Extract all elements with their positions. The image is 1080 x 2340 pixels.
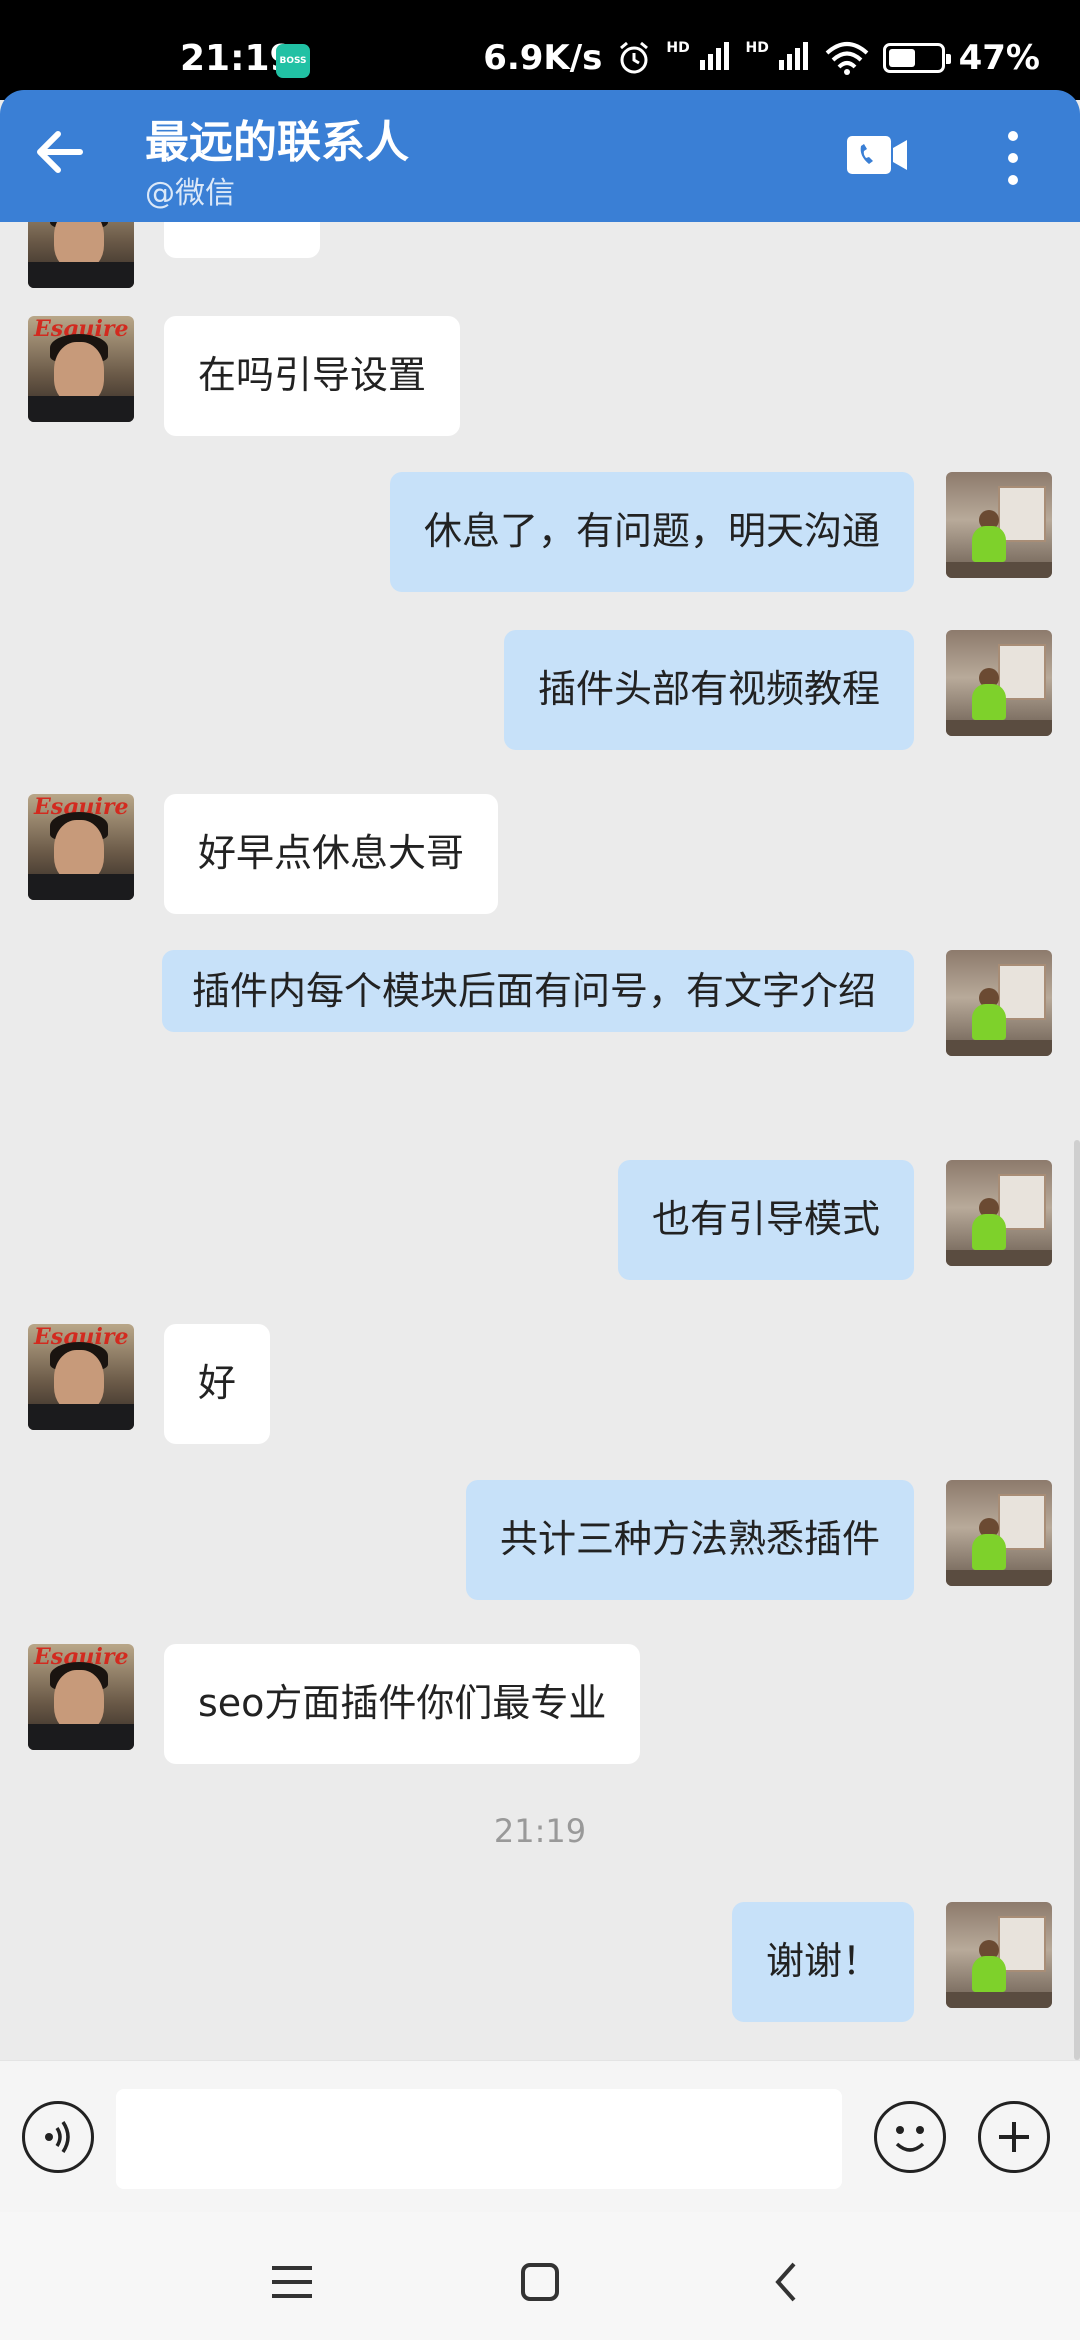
network-speed: 6.9K/s (483, 38, 603, 78)
message-bubble-sent[interactable]: 插件内每个模块后面有问号，有文字介绍 (162, 950, 914, 1032)
contact-name: 最远的联系人 (145, 117, 409, 168)
message-bubble-partial (164, 222, 320, 258)
wifi-icon (825, 42, 868, 75)
voice-icon[interactable] (22, 2101, 94, 2173)
emoji-icon[interactable] (874, 2101, 946, 2173)
plus-icon[interactable] (978, 2101, 1050, 2173)
chevron-left-icon[interactable] (758, 2252, 818, 2312)
battery-icon (882, 43, 951, 73)
menu-icon[interactable] (262, 2252, 322, 2312)
chat-header: 最远的联系人 @微信 (0, 90, 1080, 222)
message-bubble-received[interactable]: 在吗引导设置 (164, 316, 461, 436)
system-nav-bar (0, 2212, 1080, 2340)
my-avatar[interactable] (946, 950, 1052, 1056)
contact-source: @微信 (145, 176, 235, 211)
contact-avatar[interactable]: Esquire (28, 794, 134, 900)
signal-icon (699, 41, 729, 70)
my-avatar[interactable] (946, 472, 1052, 578)
my-avatar[interactable] (946, 1160, 1052, 1266)
message-bubble-received[interactable]: seo方面插件你们最专业 (164, 1644, 641, 1764)
message-bubble-sent[interactable]: 休息了，有问题，明天沟通 (389, 472, 914, 592)
video-call-icon[interactable] (845, 134, 909, 176)
signal-hd-2: HD (746, 40, 811, 77)
contact-avatar[interactable] (28, 222, 134, 288)
message-input[interactable] (116, 2089, 842, 2189)
more-vertical-icon[interactable] (998, 126, 1028, 190)
boss-app-icon: BOSS (276, 44, 310, 78)
my-avatar[interactable] (946, 1902, 1052, 2008)
status-bar: 21:19 BOSS 6.9K/s HD HD 47% (0, 0, 1080, 100)
arrow-left-icon[interactable] (28, 120, 92, 184)
status-indicators: 6.9K/s HD HD 47% (483, 38, 1040, 78)
message-bubble-sent[interactable]: 也有引导模式 (617, 1160, 914, 1280)
message-bubble-sent[interactable]: 共计三种方法熟悉插件 (465, 1480, 914, 1600)
message-bubble-sent[interactable]: 谢谢！ (731, 1902, 914, 2022)
my-avatar[interactable] (946, 630, 1052, 736)
message-composer (0, 2060, 1080, 2212)
alarm-icon (620, 41, 649, 74)
message-bubble-received[interactable]: 好早点休息大哥 (164, 794, 499, 914)
contact-avatar[interactable]: Esquire (28, 1324, 134, 1430)
message-timestamp: 21:19 (493, 1812, 587, 1850)
my-avatar[interactable] (946, 1480, 1052, 1586)
message-bubble-sent[interactable]: 插件头部有视频教程 (503, 630, 914, 750)
signal-icon (778, 41, 808, 70)
contact-avatar[interactable]: Esquire (28, 1644, 134, 1750)
chat-scrollbar[interactable] (1074, 1140, 1080, 2060)
message-bubble-received[interactable]: 好 (164, 1324, 271, 1444)
home-icon[interactable] (510, 2252, 570, 2312)
contact-avatar[interactable]: Esquire (28, 316, 134, 422)
message-list[interactable]: Esquire 在吗引导设置 休息了，有问题，明天沟通 插件头部有视频教程 Es… (0, 222, 1080, 2060)
signal-hd-1: HD (666, 40, 731, 77)
battery-percent: 47% (958, 38, 1040, 78)
